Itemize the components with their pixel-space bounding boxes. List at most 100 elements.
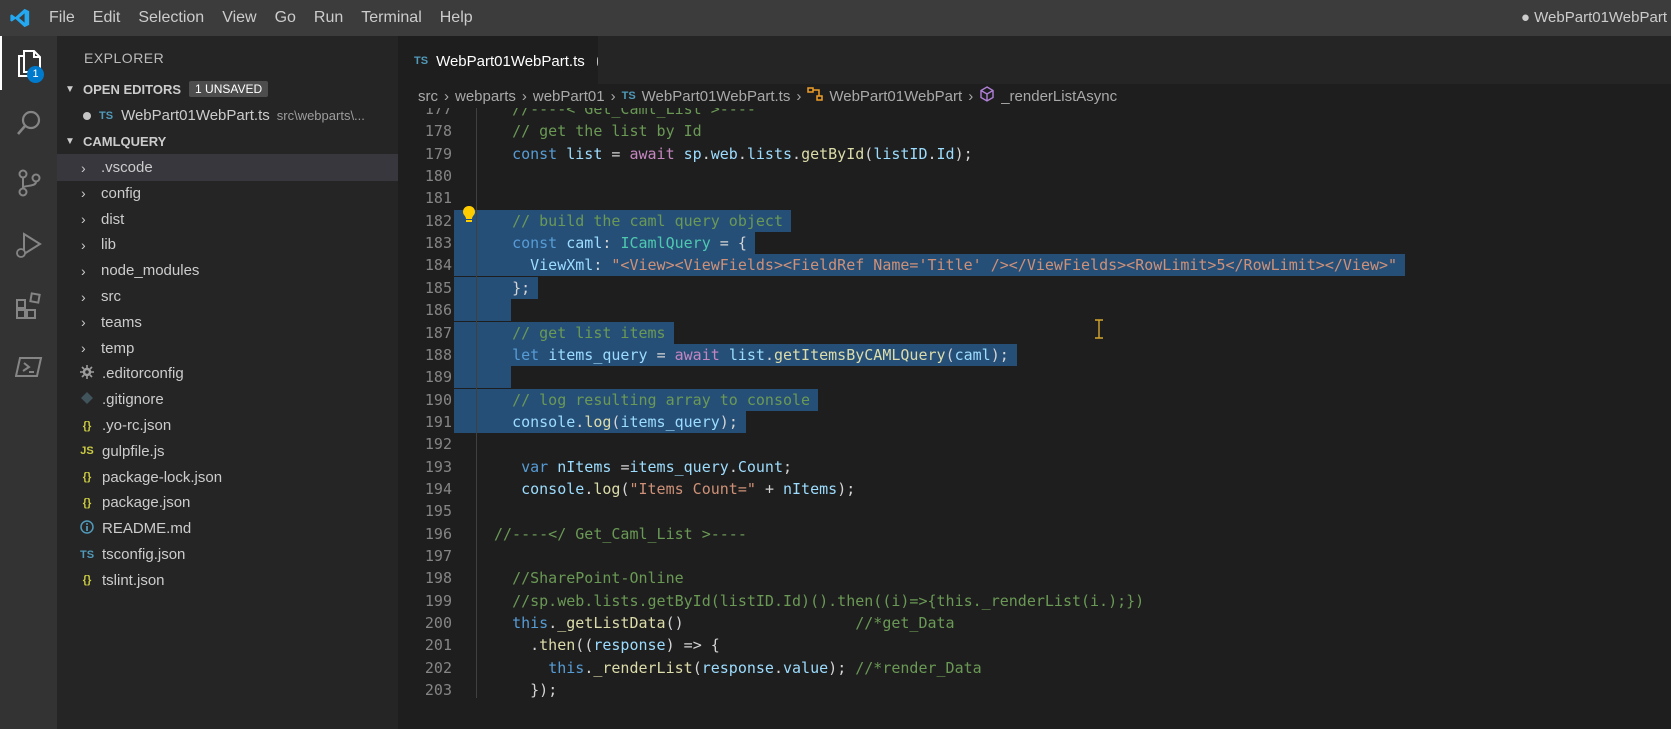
open-editors-header[interactable]: ▼ OPEN EDITORS 1 UNSAVED [57,76,398,102]
line-number: 186 [424,301,452,320]
code-line[interactable]: 194 console.log("Items Count=" + nItems)… [398,478,1671,500]
line-number: 189 [424,368,452,387]
powershell-icon[interactable] [0,342,57,392]
folder-nodemodules[interactable]: › node_modules [57,257,398,284]
file-package-lock-json[interactable]: {} package-lock.json [57,464,398,491]
code-text: .then((response) => { [530,636,720,655]
folder-src[interactable]: › src [57,283,398,310]
line-number: 185 [424,278,452,297]
breadcrumb-class[interactable]: WebPart01WebPart [829,88,962,105]
breadcrumb-method[interactable]: _renderListAsync [1001,88,1117,105]
line-number: 199 [424,591,452,610]
code-line[interactable]: 188 let items_query = await list.getItem… [398,344,1671,366]
code-line[interactable]: 178 // get the list by Id [398,120,1671,142]
extensions-icon[interactable] [0,281,57,331]
code-line[interactable]: 201 .then((response) => { [398,634,1671,656]
file-package-json[interactable]: {} package.json [57,489,398,516]
code-line[interactable]: 182 // build the caml query object [398,210,1671,232]
file-tslint-json[interactable]: {} tslint.json [57,567,398,594]
code-line[interactable]: 186 [398,299,1671,321]
unsaved-dot-icon[interactable] [83,107,91,124]
open-editor-path: src\webparts\... [276,108,365,123]
line-number: 181 [424,189,452,208]
search-icon[interactable] [0,98,57,148]
menu-selection[interactable]: Selection [129,0,213,36]
code-line[interactable]: 183 const caml: ICamlQuery = { [398,232,1671,254]
menu-go[interactable]: Go [266,0,305,36]
menu-edit[interactable]: Edit [84,0,130,36]
folder-lib[interactable]: › lib [57,231,398,258]
breadcrumb-src[interactable]: src [418,88,438,105]
file-tsconfig-json[interactable]: TS tsconfig.json [57,541,398,568]
menu-view[interactable]: View [213,0,265,36]
code-line[interactable]: 199 //sp.web.lists.getById(listID.Id)().… [398,590,1671,612]
code-line[interactable]: 179 const list = await sp.web.lists.getB… [398,143,1671,165]
run-debug-icon[interactable] [0,220,57,270]
code-line[interactable]: 196 //----</ Get_Caml_List >---- [398,523,1671,545]
json-file-icon: {} [82,419,92,432]
folder-dist[interactable]: › dist [57,206,398,233]
menu-help[interactable]: Help [431,0,482,36]
file-label: package-lock.json [102,468,223,486]
code-line[interactable]: 184 ViewXml: "<View><ViewFields><FieldRe… [398,254,1671,276]
line-number: 184 [424,256,452,275]
code-line[interactable]: 185 }; [398,277,1671,299]
code-text: var nItems =items_query.Count; [521,457,793,476]
file--gitignore[interactable]: .gitignore [57,386,398,413]
code-line[interactable]: 191 console.log(items_query); [398,411,1671,433]
code-text: ViewXml: "<View><ViewFields><FieldRef Na… [530,256,1398,275]
code-line[interactable]: 193 var nItems =items_query.Count; [398,456,1671,478]
file-label: tsconfig.json [102,546,186,563]
code-line[interactable]: 177 //----< Get_Caml_List >---- [398,108,1671,120]
file-gulpfile-js[interactable]: JS gulpfile.js [57,438,398,465]
folder-temp[interactable]: › temp [57,335,398,362]
chevron-right-icon: › [81,314,86,331]
code-line[interactable]: 189 [398,366,1671,388]
code-line[interactable]: 203 }); [398,679,1671,701]
breadcrumb-file[interactable]: WebPart01WebPart.ts [642,88,791,105]
breadcrumb-webpart01[interactable]: webPart01 [533,88,605,105]
open-editor-item[interactable]: TS WebPart01WebPart.ts src\webparts\... [57,102,398,129]
line-number: 182 [424,211,452,230]
line-number: 202 [424,658,452,677]
source-control-icon[interactable] [0,158,57,208]
json-file-icon: {} [82,574,92,587]
git-file-icon [79,392,95,407]
code-line[interactable]: 197 [398,545,1671,567]
code-line[interactable]: 181 [398,187,1671,209]
code-line[interactable]: 187 // get list items [398,322,1671,344]
chevron-right-icon: › [81,288,86,305]
code-text: // get the list by Id [512,122,702,141]
folder-teams[interactable]: › teams [57,309,398,336]
project-header[interactable]: ▼ CAMLQUERY [57,128,398,154]
file--yo-rc-json[interactable]: {} .yo-rc.json [57,412,398,439]
files-icon[interactable]: 1 [0,38,57,88]
folder-vscode[interactable]: › .vscode [57,154,398,181]
menu-run[interactable]: Run [305,0,352,36]
explorer-sidebar: EXPLORER ▼ OPEN EDITORS 1 UNSAVED TS Web… [57,36,398,729]
tab-webpart01webpart[interactable]: TS WebPart01WebPart.ts [398,36,598,85]
file--editorconfig[interactable]: .editorconfig [57,360,398,387]
code-line[interactable]: 200 this._getListData() //*get_Data [398,612,1671,634]
menu-terminal[interactable]: Terminal [352,0,430,36]
folder-label: src [101,288,121,305]
code-line[interactable]: 195 [398,500,1671,522]
unsaved-dot-icon[interactable] [596,56,598,66]
file-readme-md[interactable]: README.md [57,515,398,542]
code-line[interactable]: 192 [398,433,1671,455]
info-file-icon [79,520,95,537]
line-number: 177 [424,108,452,118]
breadcrumb-webparts[interactable]: webparts [455,88,516,105]
code-line[interactable]: 202 this._renderList(response.value); //… [398,657,1671,679]
menu-file[interactable]: File [40,0,84,36]
code-editor[interactable]: 177 //----< Get_Caml_List >---- 178 // ge… [398,108,1671,729]
code-line[interactable]: 190 // log resulting array to console [398,389,1671,411]
chevron-right-icon: › [796,87,802,105]
line-number: 203 [424,681,452,700]
code-line[interactable]: 198 //SharePoint-Online [398,567,1671,589]
code-line[interactable]: 180 [398,165,1671,187]
folder-config[interactable]: › config [57,180,398,207]
chevron-right-icon: › [81,211,86,228]
sidebar-title: EXPLORER [84,50,165,66]
lightbulb-icon[interactable] [460,203,478,225]
